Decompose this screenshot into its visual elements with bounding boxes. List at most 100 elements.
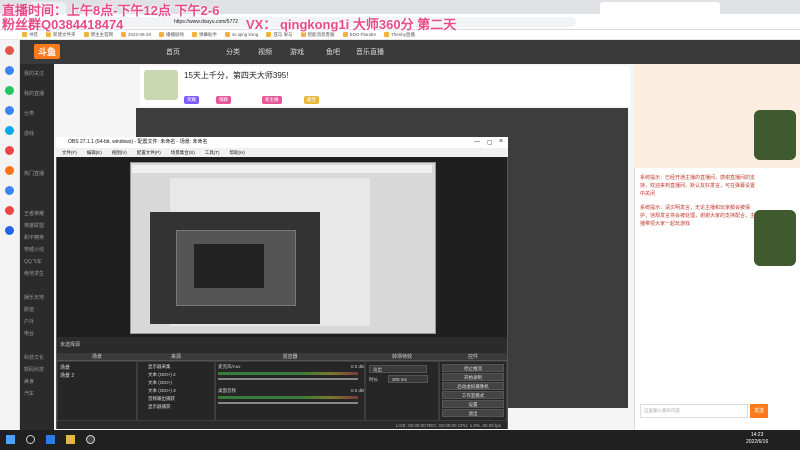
sidebar-item[interactable]: 游戏	[24, 130, 34, 137]
app-icon[interactable]	[5, 206, 14, 215]
room-tag[interactable]: 荣耀	[184, 96, 199, 104]
sidebar-item[interactable]: 和平精英	[24, 234, 44, 241]
app-icon[interactable]	[5, 226, 14, 235]
transition-select[interactable]: 淡出	[369, 365, 427, 373]
windows-start-icon[interactable]	[6, 435, 15, 444]
close-icon[interactable]: ×	[499, 138, 503, 145]
sidebar-item[interactable]: QQ飞车	[24, 258, 42, 265]
app-icon[interactable]	[5, 166, 14, 175]
panel-header-mixer: 混音器	[215, 353, 365, 361]
settings-button[interactable]: 设置	[442, 400, 504, 408]
app-icon[interactable]	[66, 435, 75, 444]
mixer-channel-name: 桌面音频	[218, 388, 236, 393]
sidebar-item[interactable]: 数码科技	[24, 366, 44, 373]
source-item[interactable]: 音频输出捕获	[148, 396, 175, 402]
nav-yuba[interactable]: 鱼吧	[326, 47, 340, 57]
virtual-camera-button[interactable]: 启动虚拟摄像机	[442, 382, 504, 390]
source-item[interactable]: 显示器捕获	[148, 404, 171, 410]
source-item[interactable]: 文本 (GDI+) 3	[148, 388, 176, 394]
preview-capture-toolbar	[132, 165, 432, 173]
app-icon[interactable]	[5, 66, 14, 75]
sidebar-item[interactable]: 汽车	[24, 390, 34, 397]
app-icon[interactable]	[5, 146, 14, 155]
sidebar-item[interactable]: 英雄联盟	[24, 222, 44, 229]
nav-home[interactable]: 首页	[166, 47, 180, 57]
panel-header-scenes: 场景	[57, 353, 137, 361]
sidebar-item[interactable]: 娱乐天地	[24, 294, 44, 301]
nav-music[interactable]: 音乐直播	[356, 47, 384, 57]
sidebar-item[interactable]: 穿越火线	[24, 246, 44, 253]
minimize-icon[interactable]: —	[474, 139, 480, 145]
sidebar-item[interactable]: 电台	[24, 330, 34, 337]
avatar[interactable]	[144, 70, 178, 100]
start-recording-button[interactable]: 开始录制	[442, 373, 504, 381]
stop-streaming-button[interactable]: 停止推流	[442, 364, 504, 372]
menu-edit[interactable]: 编辑(E)	[87, 148, 102, 157]
obs-app-icon[interactable]	[86, 435, 95, 444]
mixer-channel-name: 麦克风/Aux	[218, 364, 241, 369]
transition-duration-label: 时长	[369, 377, 378, 382]
scene-item[interactable]: 场景	[60, 364, 70, 371]
sidebar-item[interactable]: 分类	[24, 110, 34, 117]
chat-message: 系统提示：已经开通主播的直播间，感谢直播间的支持，欢迎来到直播间，默认友好发言，…	[640, 175, 756, 197]
studio-mode-button[interactable]: 工作室模式	[442, 391, 504, 399]
folder-icon	[192, 32, 198, 37]
sidebar-item[interactable]: 科技文化	[24, 354, 44, 361]
nav-video[interactable]: 视频	[258, 47, 272, 57]
app-icon[interactable]	[5, 46, 14, 55]
source-item[interactable]: 文本 (GDI+)	[148, 380, 172, 386]
preview-capture-nested	[194, 244, 264, 288]
site-logo[interactable]: 斗鱼	[34, 44, 61, 59]
sidebar-item[interactable]: 热门直播	[24, 170, 44, 177]
volume-slider[interactable]	[218, 402, 358, 404]
sidebar-item[interactable]: 美食	[24, 378, 34, 385]
volume-slider[interactable]	[218, 378, 358, 380]
badge-image	[754, 210, 796, 266]
sidebar-item[interactable]: 王者荣耀	[24, 210, 44, 217]
sidebar-item[interactable]: 我的直播	[24, 90, 44, 97]
menu-tools[interactable]: 工具(T)	[205, 148, 220, 157]
mixer-channel: 桌面音频 0.0 dB	[218, 388, 364, 394]
menu-view[interactable]: 视图(V)	[112, 148, 127, 157]
mixer-channel: 麦克风/Aux 0.0 dB	[218, 364, 364, 370]
folder-icon	[159, 32, 165, 37]
chat-input[interactable]: 这里输入聊天内容	[640, 404, 748, 418]
app-icon[interactable]	[46, 435, 55, 444]
source-status-label: 未选择源	[60, 342, 81, 348]
transition-duration-input[interactable]: 300 ms	[388, 375, 428, 383]
bookmark[interactable]: 播播剧场	[159, 32, 184, 38]
menu-help[interactable]: 帮助(H)	[230, 148, 245, 157]
room-tag[interactable]: 新主播	[262, 96, 282, 104]
sidebar-item[interactable]: 颜值	[24, 306, 34, 313]
app-icon[interactable]	[5, 186, 14, 195]
app-icon[interactable]	[5, 126, 14, 135]
exit-button[interactable]: 退出	[442, 409, 504, 417]
sidebar-item[interactable]: 绝地求生	[24, 270, 44, 277]
panel-header-transitions: 转场特效	[365, 353, 439, 361]
room-tag[interactable]: 嗨聊	[216, 96, 231, 104]
app-icon[interactable]	[5, 106, 14, 115]
chat-messages: 系统提示：已经开通主播的直播间，感谢直播间的支持，欢迎来到直播间，默认友好发言，…	[640, 174, 758, 228]
menu-file[interactable]: 文件(F)	[62, 148, 77, 157]
site-header	[20, 40, 800, 64]
search-icon[interactable]	[26, 435, 35, 444]
source-item[interactable]: 显示器采集	[148, 364, 171, 370]
nav-category[interactable]: 分类	[226, 47, 240, 57]
source-item[interactable]: 文本 (GDI+) 2	[148, 372, 176, 378]
app-icon[interactable]	[5, 86, 14, 95]
room-title: 15天上千分，第四天大师395!	[184, 71, 289, 80]
send-button[interactable]: 发送	[750, 404, 768, 418]
stream-overlay-contact: VX： qingkong1i 大师360分 第二天	[246, 17, 457, 32]
menu-profile[interactable]: 配置文件(P)	[137, 148, 161, 157]
sidebar-item[interactable]: 户外	[24, 318, 34, 325]
obs-menu-bar: 文件(F) 编辑(E) 视图(V) 配置文件(P) 场景集合(S) 工具(T) …	[56, 148, 508, 157]
bookmark[interactable]: 弹幕助手	[192, 32, 217, 38]
maximize-icon[interactable]: ▢	[487, 139, 493, 146]
scene-item[interactable]: 场景 2	[60, 372, 74, 379]
sidebar-item[interactable]: 我的关注	[24, 70, 44, 77]
browser-tab-active[interactable]	[600, 2, 720, 14]
bookmark[interactable]: 2022-06-29	[121, 32, 151, 37]
nav-game[interactable]: 游戏	[290, 47, 304, 57]
menu-scene-collection[interactable]: 场景集合(S)	[171, 148, 195, 157]
room-tag[interactable]: 最佳	[304, 96, 319, 104]
